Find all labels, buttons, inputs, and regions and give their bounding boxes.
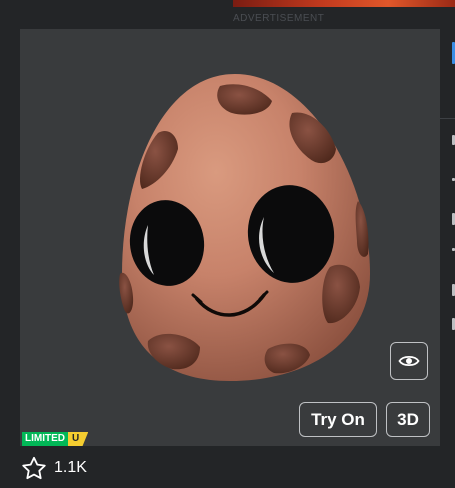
star-icon <box>22 456 46 480</box>
favorite-count: 1.1K <box>54 459 87 476</box>
limited-label: LIMITED <box>22 432 68 446</box>
advertisement-banner[interactable] <box>233 0 455 7</box>
advertisement-label: ADVERTISEMENT <box>233 13 325 24</box>
try-on-button[interactable]: Try On <box>299 402 377 437</box>
item-details-panel-edge <box>440 0 455 488</box>
eye-icon <box>398 355 420 367</box>
item-thumbnail-viewer[interactable]: Try On 3D <box>20 29 440 446</box>
favorite-button[interactable]: 1.1K <box>21 456 87 480</box>
limited-unique-badge: LIMITED U <box>22 432 89 446</box>
cookie-egg-item-image <box>119 74 370 381</box>
view-3d-button[interactable]: 3D <box>386 402 430 437</box>
preview-toggle-button[interactable] <box>390 342 428 380</box>
item-details-page: ADVERTISEMENT Try On 3D LIMITED U 1.1K <box>0 0 455 488</box>
unique-label: U <box>68 432 89 446</box>
